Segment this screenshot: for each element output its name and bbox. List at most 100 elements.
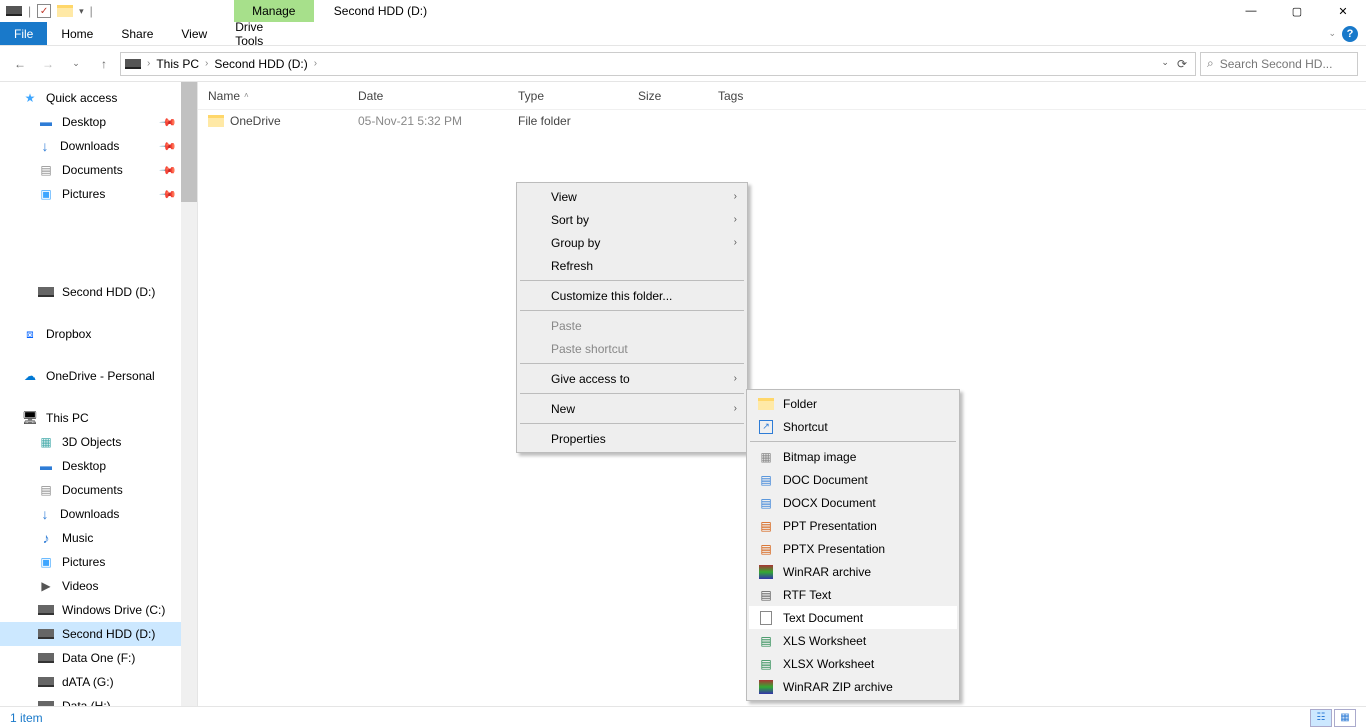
sidebar-downloads[interactable]: Downloads📌 xyxy=(0,134,197,158)
status-item-count: 1 item xyxy=(10,711,43,725)
menu-properties[interactable]: Properties xyxy=(519,427,745,450)
sidebar-documents[interactable]: Documents📌 xyxy=(0,158,197,182)
breadcrumb-this-pc[interactable]: This PC xyxy=(154,57,201,71)
address-dropdown-icon[interactable]: ⌄ xyxy=(1161,57,1169,71)
up-button[interactable]: ↑ xyxy=(92,52,116,76)
details-view-button[interactable]: ☷ xyxy=(1310,709,1332,727)
breadcrumb-location[interactable]: Second HDD (D:) xyxy=(212,57,309,71)
address-bar[interactable]: › This PC › Second HDD (D:) › ⌄ ⟳ xyxy=(120,52,1196,76)
sidebar-second-hdd[interactable]: Second HDD (D:) xyxy=(0,280,197,304)
tab-file[interactable]: File xyxy=(0,22,47,45)
sidebar-pictures-2[interactable]: Pictures xyxy=(0,550,197,574)
menu-sort-by[interactable]: Sort by› xyxy=(519,208,745,231)
sidebar-desktop[interactable]: Desktop📌 xyxy=(0,110,197,134)
menu-new-text[interactable]: Text Document xyxy=(749,606,957,629)
menu-new-zip[interactable]: WinRAR ZIP archive xyxy=(749,675,957,698)
help-icon[interactable]: ? xyxy=(1342,26,1358,42)
menu-label: Refresh xyxy=(551,259,593,273)
tab-share[interactable]: Share xyxy=(107,22,167,45)
menu-label: Properties xyxy=(551,432,606,446)
view-switcher: ☷ ▦ xyxy=(1310,709,1356,727)
refresh-icon[interactable]: ⟳ xyxy=(1177,57,1187,71)
sidebar-label: Videos xyxy=(62,579,98,593)
menu-new-bitmap[interactable]: Bitmap image xyxy=(749,445,957,468)
sidebar-data-g[interactable]: dATA (G:) xyxy=(0,670,197,694)
sidebar-pictures[interactable]: Pictures📌 xyxy=(0,182,197,206)
menu-group-by[interactable]: Group by› xyxy=(519,231,745,254)
sidebar-3d-objects[interactable]: 3D Objects xyxy=(0,430,197,454)
large-icons-view-button[interactable]: ▦ xyxy=(1334,709,1356,727)
search-box[interactable]: ⌕ Search Second HD... xyxy=(1200,52,1358,76)
menu-refresh[interactable]: Refresh xyxy=(519,254,745,277)
sidebar-second-hdd-d[interactable]: Second HDD (D:) xyxy=(0,622,197,646)
qat-dropdown-icon[interactable]: ▾ xyxy=(79,6,84,17)
sidebar-label: This PC xyxy=(46,411,89,425)
drive-icon xyxy=(38,677,54,687)
sidebar-label: Desktop xyxy=(62,459,106,473)
sidebar-music[interactable]: Music xyxy=(0,526,197,550)
sidebar-downloads-2[interactable]: Downloads xyxy=(0,502,197,526)
menu-new-rar[interactable]: WinRAR archive xyxy=(749,560,957,583)
minimize-button[interactable]: — xyxy=(1228,0,1274,22)
sidebar-quick-access[interactable]: Quick access xyxy=(0,86,197,110)
menu-give-access[interactable]: Give access to› xyxy=(519,367,745,390)
documents-icon xyxy=(38,162,54,178)
ribbon-collapse-icon[interactable]: ⌄ xyxy=(1328,28,1336,39)
recent-dropdown-icon[interactable]: ⌄ xyxy=(64,52,88,76)
close-button[interactable]: ✕ xyxy=(1320,0,1366,22)
sidebar-data-one-f[interactable]: Data One (F:) xyxy=(0,646,197,670)
tab-view[interactable]: View xyxy=(167,22,221,45)
menu-label: Sort by xyxy=(551,213,589,227)
folder-qat-icon[interactable] xyxy=(57,5,73,17)
tab-home[interactable]: Home xyxy=(47,22,107,45)
chevron-right-icon[interactable]: › xyxy=(314,58,317,69)
sidebar-videos[interactable]: Videos xyxy=(0,574,197,598)
menu-new-shortcut[interactable]: ↗Shortcut xyxy=(749,415,957,438)
sidebar-documents-2[interactable]: Documents xyxy=(0,478,197,502)
sidebar-label: Data One (F:) xyxy=(62,651,135,665)
menu-new-ppt[interactable]: PPT Presentation xyxy=(749,514,957,537)
sidebar-data-h[interactable]: Data (H:) xyxy=(0,694,197,706)
menu-new[interactable]: New› xyxy=(519,397,745,420)
column-date[interactable]: Date xyxy=(348,89,508,103)
forward-button[interactable]: → xyxy=(36,52,60,76)
menu-new-xls[interactable]: XLS Worksheet xyxy=(749,629,957,652)
sidebar-label: Data (H:) xyxy=(62,699,111,706)
sidebar-desktop-2[interactable]: Desktop xyxy=(0,454,197,478)
sidebar-windows-drive-c[interactable]: Windows Drive (C:) xyxy=(0,598,197,622)
chevron-right-icon[interactable]: › xyxy=(147,58,150,69)
menu-new-rtf[interactable]: RTF Text xyxy=(749,583,957,606)
column-type[interactable]: Type xyxy=(508,89,628,103)
scrollbar-thumb[interactable] xyxy=(181,82,197,202)
sidebar-label: dATA (G:) xyxy=(62,675,114,689)
sidebar-label: Documents xyxy=(62,483,123,497)
properties-qat-icon[interactable]: ✓ xyxy=(37,4,51,18)
tab-drive-tools[interactable]: Drive Tools xyxy=(221,22,301,45)
menu-label: Group by xyxy=(551,236,600,250)
file-row[interactable]: OneDrive 05-Nov-21 5:32 PM File folder xyxy=(198,110,1366,132)
back-button[interactable]: ← xyxy=(8,52,32,76)
menu-customize[interactable]: Customize this folder... xyxy=(519,284,745,307)
column-name[interactable]: Name˄ xyxy=(198,89,348,103)
menu-view[interactable]: View› xyxy=(519,185,745,208)
pin-icon: 📌 xyxy=(159,137,178,156)
menu-paste: Paste xyxy=(519,314,745,337)
menu-new-docx[interactable]: DOCX Document xyxy=(749,491,957,514)
sidebar-label: Quick access xyxy=(46,91,117,105)
menu-new-xlsx[interactable]: XLSX Worksheet xyxy=(749,652,957,675)
sidebar-label: Dropbox xyxy=(46,327,91,341)
menu-new-pptx[interactable]: PPTX Presentation xyxy=(749,537,957,560)
menu-new-folder[interactable]: Folder xyxy=(749,392,957,415)
documents-icon xyxy=(38,482,54,498)
downloads-icon xyxy=(38,507,52,521)
column-tags[interactable]: Tags xyxy=(708,89,788,103)
column-size[interactable]: Size xyxy=(628,89,708,103)
sidebar-this-pc[interactable]: This PC xyxy=(0,406,197,430)
chevron-right-icon[interactable]: › xyxy=(205,58,208,69)
sidebar-scrollbar[interactable] xyxy=(181,82,197,706)
sidebar-onedrive[interactable]: OneDrive - Personal xyxy=(0,364,197,388)
maximize-button[interactable]: ▢ xyxy=(1274,0,1320,22)
sidebar-dropbox[interactable]: Dropbox xyxy=(0,322,197,346)
menu-new-doc[interactable]: DOC Document xyxy=(749,468,957,491)
drive-icon[interactable] xyxy=(6,6,22,16)
